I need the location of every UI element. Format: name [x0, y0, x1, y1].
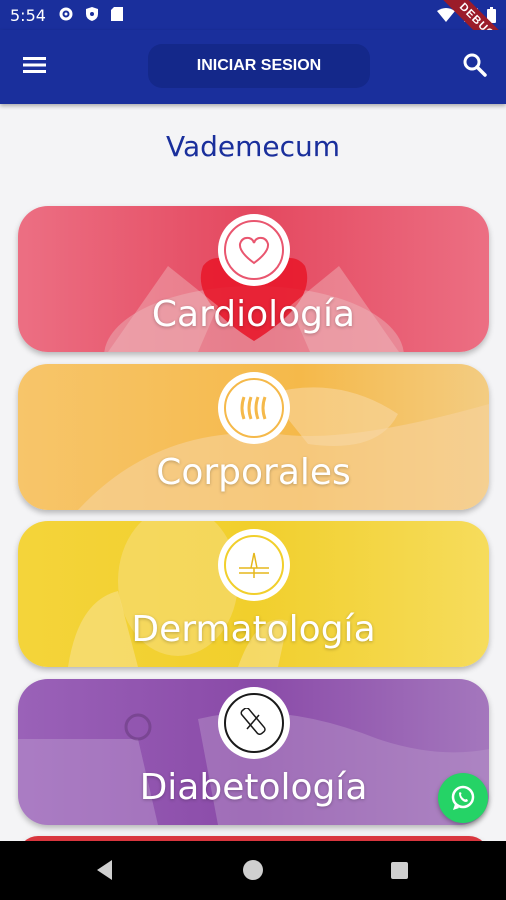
sd-card-icon — [111, 7, 123, 21]
shield-icon — [86, 7, 98, 21]
page-title: Vademecum — [165, 130, 341, 163]
settings-icon — [59, 7, 73, 21]
skin-layer-icon — [217, 529, 290, 601]
category-card-cardiologia[interactable]: Cardiología — [18, 206, 489, 352]
whatsapp-button[interactable] — [438, 773, 488, 823]
login-button[interactable]: INICIAR SESION — [148, 44, 370, 88]
category-label: Diabetología — [139, 767, 368, 808]
search-icon[interactable] — [462, 52, 488, 78]
category-label: Dermatología — [131, 609, 376, 650]
app-bar: INICIAR SESION — [0, 30, 506, 104]
android-nav-bar — [0, 841, 506, 900]
status-bar: 5:54 DEBUG — [0, 0, 506, 67]
thermometer-icon — [217, 687, 290, 759]
status-time: 5:54 — [10, 6, 46, 25]
heart-icon — [217, 214, 290, 286]
body-lines-icon — [217, 372, 290, 444]
back-icon[interactable] — [96, 859, 114, 881]
home-icon[interactable] — [243, 860, 263, 880]
category-card-corporales[interactable]: Corporales — [18, 364, 489, 510]
whatsapp-icon — [451, 785, 475, 810]
category-label: Corporales — [156, 452, 351, 493]
category-label: Cardiología — [151, 294, 356, 335]
hamburger-menu-icon[interactable] — [22, 52, 48, 78]
category-card-diabetologia[interactable]: Diabetología — [18, 679, 489, 825]
recents-icon[interactable] — [391, 862, 408, 879]
category-card-dermatologia[interactable]: Dermatología — [18, 521, 489, 667]
